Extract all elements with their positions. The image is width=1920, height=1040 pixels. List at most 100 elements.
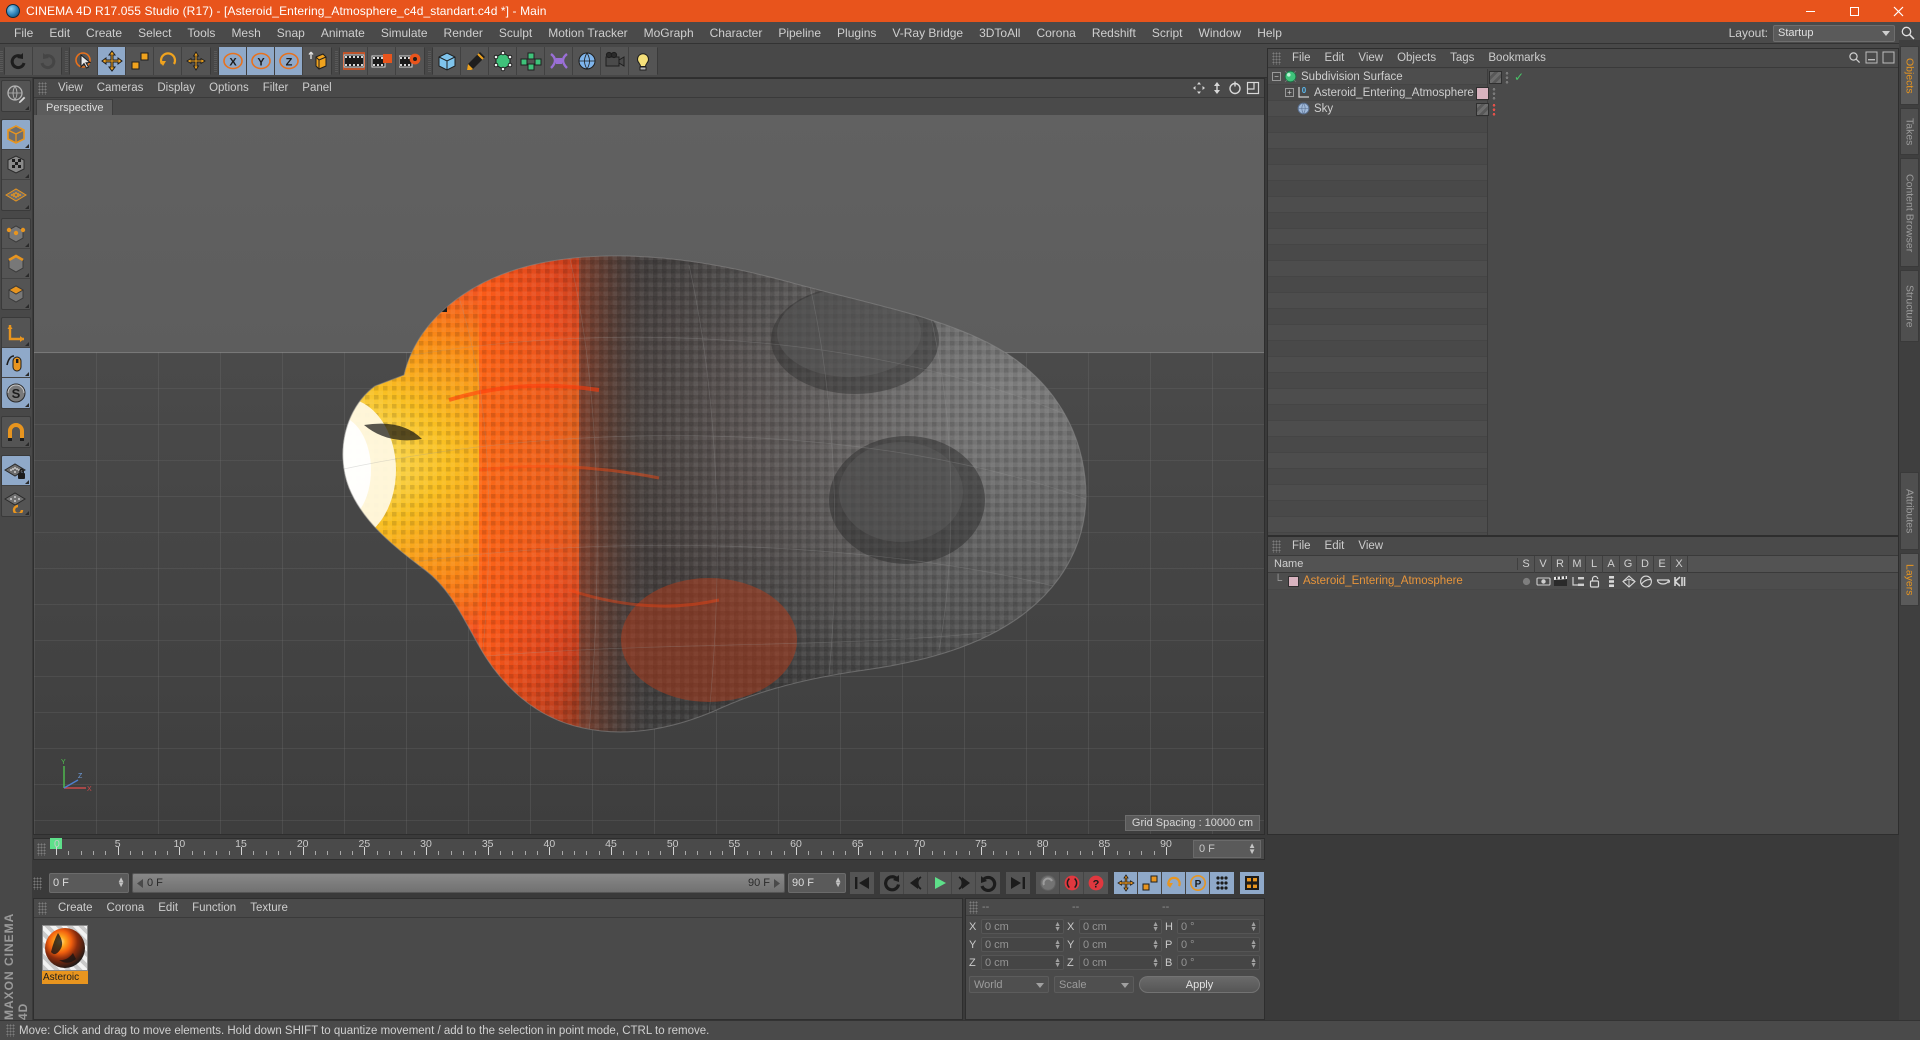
layer-col-s[interactable]: S	[1518, 555, 1535, 573]
texture-mode-icon[interactable]	[2, 150, 30, 180]
deformers-icon[interactable]	[1637, 575, 1654, 588]
edges-mode-icon[interactable]	[2, 249, 30, 279]
edge-tab-takes[interactable]: Takes	[1900, 108, 1919, 156]
layer-col-d[interactable]: D	[1637, 555, 1654, 573]
layer-col-v[interactable]: V	[1535, 555, 1552, 573]
current-frame-field[interactable]: 0 F ▲ ▼	[49, 873, 129, 893]
edge-tab-attributes[interactable]: Attributes	[1900, 472, 1919, 550]
tab-perspective[interactable]: Perspective	[36, 99, 114, 115]
layer-row[interactable]: └ Asteroid_Entering_Atmosphere	[1268, 573, 1898, 590]
edge-tab-content-browser[interactable]: Content Browser	[1900, 158, 1919, 268]
layer-col-e[interactable]: E	[1654, 555, 1671, 573]
maximize-viewport-icon[interactable]	[1246, 81, 1260, 95]
scale-tool-icon[interactable]	[126, 46, 154, 75]
undo-icon[interactable]	[5, 46, 33, 75]
solo-dot-icon[interactable]	[1518, 575, 1535, 588]
object-manager-menu-file[interactable]: File	[1285, 49, 1318, 68]
object-manager-menu-bookmarks[interactable]: Bookmarks	[1481, 49, 1553, 68]
layer-col-x[interactable]: X	[1671, 555, 1688, 573]
layout-dropdown[interactable]: Startup	[1773, 24, 1895, 42]
layer-col-g[interactable]: G	[1620, 555, 1637, 573]
menu-corona[interactable]: Corona	[1028, 22, 1083, 44]
material-manager-menu-texture[interactable]: Texture	[243, 899, 295, 918]
previous-frame-button[interactable]	[904, 872, 928, 894]
stepper-arrows-icon[interactable]: ▲ ▼	[1250, 939, 1257, 951]
coord-field-b-2[interactable]: 0 ° ▲ ▼	[1177, 955, 1260, 970]
move-tool-icon[interactable]	[98, 46, 126, 75]
object-tag-icon[interactable]	[1476, 102, 1489, 116]
frame-range-slider[interactable]: 0 F 90 F	[132, 873, 785, 893]
viewport-menu-view[interactable]: View	[51, 79, 90, 98]
object-manager-menu-edit[interactable]: Edit	[1318, 49, 1352, 68]
viewport-menu-panel[interactable]: Panel	[295, 79, 338, 98]
collapse-icon[interactable]: −	[1272, 72, 1281, 81]
manager-icon[interactable]	[1569, 575, 1586, 588]
point-level-animation-button[interactable]	[1210, 872, 1234, 894]
magnet-tool-icon[interactable]	[2, 417, 30, 447]
menu-mograph[interactable]: MoGraph	[636, 22, 702, 44]
stepper-arrows-icon[interactable]: ▲ ▼	[1250, 957, 1257, 969]
maximize-button[interactable]	[1832, 0, 1876, 22]
material-tile[interactable]: Asteroic	[42, 925, 88, 984]
render-view-icon[interactable]	[340, 46, 368, 75]
camera-icon[interactable]	[601, 46, 629, 75]
layer-col-r[interactable]: R	[1552, 555, 1569, 573]
visibility-dots-icon[interactable]	[1492, 86, 1496, 100]
stepper-arrows-icon[interactable]: ▲ ▼	[834, 876, 842, 889]
play-backwards-button[interactable]	[880, 872, 904, 894]
menu-pipeline[interactable]: Pipeline	[770, 22, 829, 44]
menu-select[interactable]: Select	[130, 22, 179, 44]
menu-v-ray-bridge[interactable]: V-Ray Bridge	[884, 22, 971, 44]
enabled-check-icon[interactable]: ✓	[1514, 71, 1524, 83]
viewport-menu-options[interactable]: Options	[202, 79, 256, 98]
menu-plugins[interactable]: Plugins	[829, 22, 884, 44]
layer-col-m[interactable]: M	[1569, 555, 1586, 573]
stepper-arrows-icon[interactable]: ▲ ▼	[1152, 921, 1159, 933]
lock-x-axis-icon[interactable]: X	[219, 46, 247, 75]
coord-field-y-1[interactable]: 0 cm ▲ ▼	[1079, 937, 1162, 952]
menu-character[interactable]: Character	[702, 22, 771, 44]
coord-field-y-0[interactable]: 0 cm ▲ ▼	[981, 937, 1064, 952]
stepper-arrows-icon[interactable]: ▲ ▼	[1248, 842, 1256, 856]
render-to-picture-viewer-icon[interactable]	[368, 46, 396, 75]
record-active-objects-button[interactable]	[1036, 872, 1060, 894]
make-editable-icon[interactable]	[2, 81, 30, 111]
material-manager-menu-corona[interactable]: Corona	[100, 899, 152, 918]
stepper-arrows-icon[interactable]: ▲ ▼	[1250, 921, 1257, 933]
expressions-icon[interactable]	[1654, 575, 1671, 588]
object-manager-menu-view[interactable]: View	[1351, 49, 1390, 68]
dolly-icon[interactable]	[1210, 81, 1224, 95]
menu-mesh[interactable]: Mesh	[223, 22, 268, 44]
stepper-arrows-icon[interactable]: ▲ ▼	[1054, 957, 1061, 969]
stepper-arrows-icon[interactable]: ▲ ▼	[1054, 939, 1061, 951]
play-forward-button[interactable]	[928, 872, 952, 894]
material-tag-icon[interactable]	[1476, 86, 1489, 100]
points-mode-icon[interactable]	[2, 219, 30, 249]
soft-selection-icon[interactable]: S	[2, 378, 30, 408]
panel-grip-icon[interactable]	[969, 900, 978, 914]
layer-manager-menu-file[interactable]: File	[1285, 537, 1318, 556]
parameter-key-button[interactable]: P	[1186, 872, 1210, 894]
viewport-menu-filter[interactable]: Filter	[256, 79, 296, 98]
coord-field-x-0[interactable]: 0 cm ▲ ▼	[981, 919, 1064, 934]
minimize-panel-icon[interactable]	[1865, 51, 1878, 64]
render-settings-icon[interactable]	[396, 46, 424, 75]
material-manager-menu-create[interactable]: Create	[51, 899, 100, 918]
apply-button[interactable]: Apply	[1139, 976, 1260, 993]
edge-tab-layers[interactable]: Layers	[1900, 553, 1919, 607]
object-manager-menu-objects[interactable]: Objects	[1390, 49, 1443, 68]
viewport-canvas[interactable]: Y X Z Grid Spacing : 10000 cm	[34, 115, 1264, 834]
panel-grip-icon[interactable]	[33, 876, 42, 890]
object-tag-icon[interactable]	[1489, 70, 1502, 84]
close-button[interactable]	[1876, 0, 1920, 22]
panel-grip-icon[interactable]	[37, 842, 46, 856]
object-row[interactable]: Sky	[1268, 101, 1496, 117]
viewport-menu-display[interactable]: Display	[150, 79, 202, 98]
enable-axis-modification-icon[interactable]	[2, 348, 30, 378]
autokeying-button[interactable]	[1060, 872, 1084, 894]
visibility-dots-icon[interactable]	[1492, 102, 1496, 116]
menu-window[interactable]: Window	[1191, 22, 1250, 44]
menu-tools[interactable]: Tools	[179, 22, 223, 44]
spline-pen-icon[interactable]	[461, 46, 489, 75]
menu-redshift[interactable]: Redshift	[1084, 22, 1144, 44]
